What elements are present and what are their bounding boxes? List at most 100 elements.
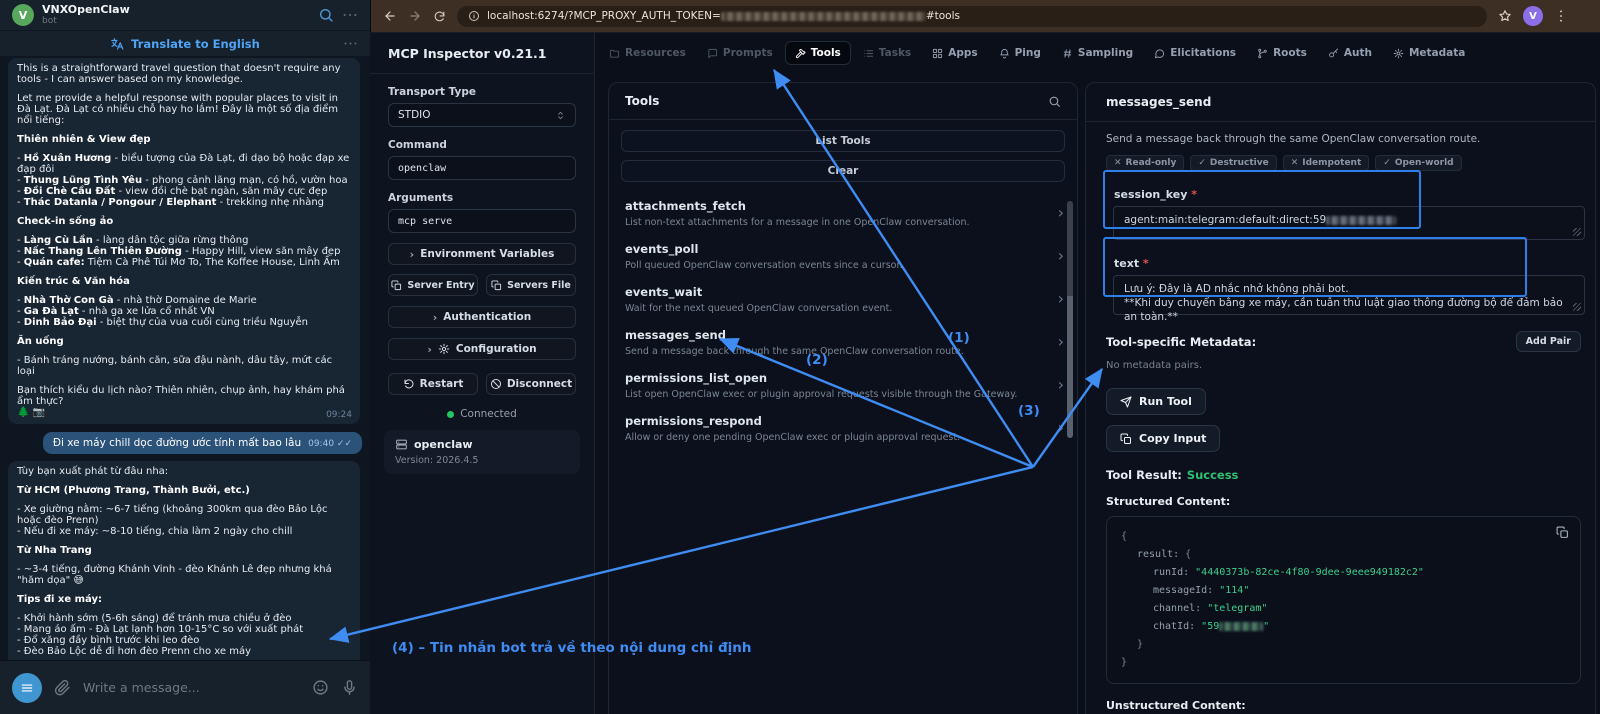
message-line: - Thung Lũng Tình Yêu - phong cảnh lãng …	[17, 175, 351, 186]
message-line: Tips đi xe máy:	[17, 594, 351, 605]
restart-button[interactable]: Restart	[388, 373, 478, 395]
badge-mark: ✕	[1291, 158, 1299, 168]
back-icon[interactable]	[383, 9, 397, 23]
info-icon[interactable]	[468, 10, 480, 22]
session-key-masked	[1326, 216, 1396, 225]
session-key-textarea[interactable]: agent:main:telegram:default:direct:59	[1113, 206, 1585, 240]
bot-menu-button[interactable]	[12, 673, 42, 703]
command-input[interactable]: openclaw	[388, 156, 576, 180]
address-bar[interactable]: localhost:6274/?MCP_PROXY_AUTH_TOKEN=#to…	[457, 6, 1487, 27]
resize-grip[interactable]	[1573, 303, 1581, 311]
code-line: channel: "telegram"	[1121, 600, 1566, 618]
chevron-right-icon: ›	[1058, 418, 1064, 437]
servers-file-button[interactable]: Servers File	[486, 274, 576, 296]
tab-apps[interactable]: Apps	[923, 42, 986, 64]
mic-icon[interactable]	[341, 679, 358, 696]
session-key-label: session_key *	[1114, 188, 1595, 201]
line-gap	[17, 347, 351, 355]
forward-icon[interactable]	[408, 9, 422, 23]
run-tool-button[interactable]: Run Tool	[1106, 388, 1206, 415]
line-gap	[17, 477, 351, 485]
configuration-button[interactable]: › Configuration	[388, 338, 576, 360]
bookmark-star-icon[interactable]	[1498, 9, 1512, 23]
badge-mark: ✓	[1383, 158, 1391, 168]
copy-input-button[interactable]: Copy Input	[1106, 425, 1220, 452]
tab-elicitations[interactable]: Elicitations	[1145, 42, 1245, 64]
tool-list-item[interactable]: events_waitWait for the next queued Open…	[609, 278, 1077, 321]
text-label: text *	[1114, 257, 1595, 270]
bot-avatar[interactable]: V	[12, 4, 34, 26]
add-pair-button[interactable]: Add Pair	[1516, 331, 1581, 352]
environment-variables-button[interactable]: › Environment Variables	[388, 243, 576, 265]
transport-type-select[interactable]: STDIO	[388, 103, 576, 127]
tab-auth[interactable]: Auth	[1319, 42, 1381, 64]
list-tools-button[interactable]: List Tools	[621, 130, 1065, 152]
tool-detail-title: messages_send	[1086, 83, 1595, 122]
line-gap	[17, 126, 351, 134]
message-input[interactable]: Write a message...	[83, 680, 300, 695]
status-dot	[447, 411, 454, 418]
browser-profile-avatar[interactable]: V	[1523, 6, 1543, 26]
tab-roots[interactable]: Roots	[1248, 42, 1316, 64]
search-icon[interactable]	[318, 7, 334, 23]
text-textarea[interactable]: Lưu ý: Đây là AD nhắc nhở không phải bot…	[1113, 275, 1585, 315]
code-value: "	[1263, 621, 1269, 632]
tool-list-item[interactable]: permissions_respondAllow or deny one pen…	[609, 407, 1077, 450]
reload-icon[interactable]	[433, 10, 446, 23]
arguments-input[interactable]: mcp serve	[388, 209, 576, 233]
message-line: - Dinh Bảo Đại - biệt thự của vua cuối c…	[17, 317, 351, 328]
chevron-right-icon: ›	[410, 248, 415, 261]
line-gap	[17, 377, 351, 385]
resize-grip[interactable]	[1573, 228, 1581, 236]
branch-icon	[1257, 48, 1268, 59]
tab-tools[interactable]: Tools	[785, 41, 851, 65]
code-line: chatId: "59"	[1121, 618, 1566, 636]
tool-detail-description: Send a message back through the same Ope…	[1106, 133, 1575, 145]
message-line: Kiến trúc & Văn hóa	[17, 276, 351, 287]
arguments-label: Arguments	[388, 192, 576, 204]
tool-list-item[interactable]: messages_sendSend a message back through…	[609, 321, 1077, 364]
tool-list-item[interactable]: permissions_list_openList open OpenClaw …	[609, 364, 1077, 407]
tool-result-row: Tool Result:Success	[1106, 468, 1575, 482]
message-line: - Đổ xăng đầy bình trước khi leo đèo	[17, 635, 351, 646]
translate-bar[interactable]: Translate to English	[0, 30, 370, 56]
tools-scrollbar[interactable]	[1067, 201, 1073, 438]
tool-list-item[interactable]: events_pollPoll queued OpenClaw conversa…	[609, 235, 1077, 278]
unstructured-content-label: Unstructured Content:	[1106, 699, 1575, 712]
code-key: runId:	[1153, 567, 1195, 578]
tool-name: events_wait	[625, 285, 1047, 299]
tools-search-icon[interactable]	[1048, 95, 1061, 108]
tool-description: Send a message back through the same Ope…	[625, 346, 1047, 357]
emoji-icon[interactable]	[312, 679, 329, 696]
tab-prompts[interactable]: Prompts	[698, 42, 782, 64]
chevron-right-icon: ›	[1058, 246, 1064, 265]
translate-options-icon[interactable]	[343, 36, 358, 51]
message-line: - Mang áo ấm - Đà Lạt lạnh hơn 10-15°C s…	[17, 624, 351, 635]
structured-content-block: {result: {runId: "4440373b-82ce-4f80-9de…	[1106, 516, 1581, 684]
code-key: channel:	[1153, 603, 1207, 614]
server-card[interactable]: openclaw Version: 2026.4.5	[384, 430, 580, 474]
tool-detail-panel: messages_send Send a message back throug…	[1085, 82, 1596, 714]
code-line: }	[1121, 636, 1566, 654]
attach-icon[interactable]	[54, 679, 71, 696]
server-entry-button[interactable]: Server Entry	[388, 274, 478, 296]
tab-tasks[interactable]: Tasks	[854, 42, 920, 64]
authentication-button[interactable]: › Authentication	[388, 306, 576, 328]
chevron-right-icon: ›	[1058, 332, 1064, 351]
browser-menu-icon[interactable]	[1554, 9, 1568, 23]
disconnect-button[interactable]: Disconnect	[486, 373, 576, 395]
tab-resources[interactable]: Resources	[600, 42, 695, 64]
copy-icon[interactable]	[1556, 526, 1569, 539]
tab-sampling[interactable]: Sampling	[1053, 42, 1142, 64]
message-line: - Đồi Chè Cầu Đất - view đồi chè bạt ngà…	[17, 186, 351, 197]
chevron-right-icon: ›	[1058, 375, 1064, 394]
tool-list-item[interactable]: attachments_fetchList non-text attachmen…	[609, 192, 1077, 235]
chat-menu-icon[interactable]	[342, 7, 358, 23]
badge-mark: ✕	[1114, 158, 1122, 168]
tab-metadata[interactable]: Metadata	[1384, 42, 1474, 64]
line-gap	[17, 208, 351, 216]
tab-ping[interactable]: Ping	[990, 42, 1050, 64]
tool-badges: ✕Read-only✓Destructive✕Idempotent✓Open-w…	[1106, 155, 1575, 171]
badge-label: Idempotent	[1302, 158, 1361, 168]
clear-button[interactable]: Clear	[621, 160, 1065, 182]
